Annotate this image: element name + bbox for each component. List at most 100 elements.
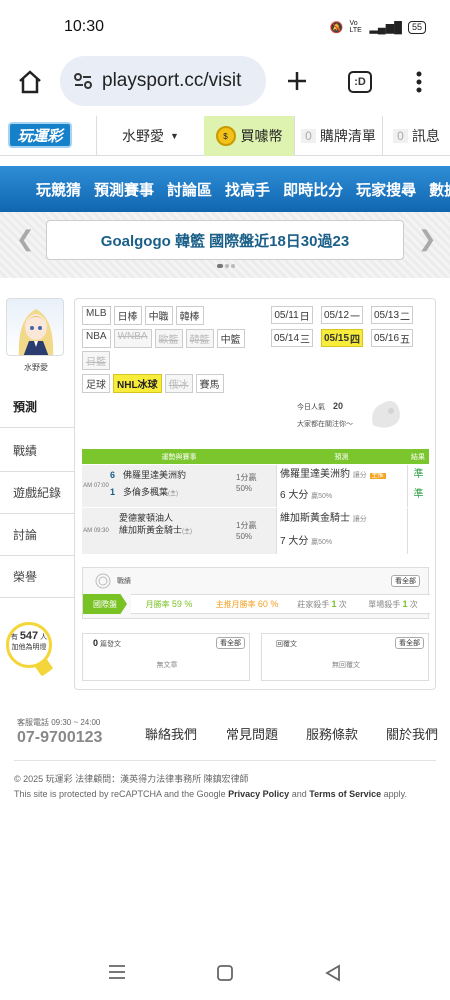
popularity-label: 今日人氣 (297, 404, 325, 411)
sidebar-item-discussion[interactable]: 討論 (0, 514, 74, 556)
league-tag[interactable]: 賽馬 (195, 374, 224, 393)
url-text: playsport.cc/visit (102, 70, 242, 91)
posts-view-all-button[interactable]: 看全部 (216, 637, 245, 649)
back-icon[interactable] (324, 964, 342, 982)
nav-item[interactable]: 預測賽事 (94, 179, 154, 200)
stats-view-all-button[interactable]: 看全部 (391, 575, 420, 587)
phone-number[interactable]: 07-9700123 (17, 729, 102, 747)
cart-link[interactable]: 0 購牌清單 (294, 116, 382, 156)
main-nav: 玩競猜 預測賽事 討論區 找高手 即時比分 玩家搜尋 數據 (0, 166, 450, 212)
bulb-unit: 人 (40, 634, 48, 641)
league-tag[interactable]: 日棒 (113, 306, 142, 325)
site-logo[interactable]: 玩運彩 (8, 122, 72, 148)
footer-link-contact[interactable]: 聯絡我們 (145, 724, 197, 743)
footer-link-terms[interactable]: 服務條款 (306, 724, 358, 743)
date-button[interactable]: 05/16 五 (371, 329, 413, 347)
coin-label: 買噱幣 (240, 128, 283, 144)
tab-switcher-button[interactable]: :D (348, 71, 372, 93)
result-cell: 準準 (407, 465, 429, 507)
nav-item[interactable]: 即時比分 (283, 179, 343, 200)
stat-item: 主推月勝率 60 % (215, 598, 279, 609)
footer-link-about[interactable]: 關於我們 (386, 724, 438, 743)
league-tag[interactable]: MLB (82, 306, 111, 325)
caret-down-icon: ▼ (170, 131, 179, 141)
league-row: 足球 NHL冰球 俄冰 賽馬 (82, 374, 224, 393)
nav-item[interactable]: 玩家搜尋 (356, 179, 416, 200)
replies-header: 回覆文 (276, 641, 297, 648)
site-header: 玩運彩 水野愛 ▼ $ 買噱幣 0 購牌清單 0 訊息 (0, 116, 450, 156)
terms-link[interactable]: Terms of Service (309, 789, 381, 799)
footer-divider (14, 760, 436, 761)
privacy-link[interactable]: Privacy Policy (228, 789, 289, 799)
replies-box: 回覆文 看全部 無回覆文 (261, 633, 429, 681)
ticker-text: Goalgogo 韓籃 國際盤近18日30過23 (100, 232, 350, 250)
league-row: MLB 日棒 中職 韓棒 (82, 306, 204, 325)
avatar (6, 298, 64, 356)
status-bar: 10:30 🔕 Vo LTE ▂▄▆█ 55 (0, 0, 450, 46)
next-arrow-icon[interactable]: ❯ (418, 226, 436, 252)
league-tag[interactable]: 中職 (144, 306, 173, 325)
league-tag: 歐籃 (154, 329, 183, 348)
table-row: AM 09:30 愛德蒙頓油人 維加斯黃金騎士(主) 1分贏 50% 維加斯黃金騎… (82, 507, 429, 554)
more-menu-icon[interactable] (415, 70, 423, 94)
home-icon[interactable] (17, 70, 43, 94)
follow-bulb-button[interactable]: 有 547 人 加他為明燈 (6, 622, 52, 668)
user-dropdown[interactable]: 水野愛 ▼ (96, 116, 204, 156)
home-nav-icon[interactable] (216, 964, 234, 982)
posts-box: 0 篇發文 看全部 無文章 (82, 633, 250, 681)
game-teams: 愛德蒙頓油人 維加斯黃金騎士(主) (119, 513, 193, 535)
league-tag: 韓籃 (185, 329, 214, 348)
replies-empty: 無回覆文 (332, 662, 360, 669)
prediction-cell: 佛羅里達美洲豹 讓分 主推 6 大分 贏50% (276, 465, 407, 507)
nav-item[interactable]: 數據 (429, 179, 450, 200)
recents-icon[interactable] (108, 964, 126, 980)
sidebar-username: 水野愛 (24, 363, 48, 372)
follower-count: 547 (19, 630, 39, 642)
handicap: 1分贏 50% (236, 521, 257, 541)
ticker-box[interactable]: Goalgogo 韓籃 國際盤近18日30過23 (46, 220, 404, 260)
site-settings-icon[interactable] (74, 73, 92, 89)
date-button[interactable]: 05/12 一 (321, 306, 363, 324)
league-row: 日籃 (82, 351, 110, 370)
site-footer: 客服電話 09:30 ~ 24:00 07-9700123 聯絡我們 常見問題 … (0, 700, 450, 860)
stat-item: 單場殺手 1 次 (368, 598, 418, 609)
league-tag: 俄冰 (164, 374, 193, 393)
date-button[interactable]: 05/13 二 (371, 306, 413, 324)
table-header: 運勢與賽事 預測 結果 (82, 449, 429, 464)
league-tag[interactable]: 足球 (82, 374, 110, 393)
replies-view-all-button[interactable]: 看全部 (395, 637, 424, 649)
nav-item[interactable]: 找高手 (225, 179, 270, 200)
footer-link-faq[interactable]: 常見問題 (226, 724, 278, 743)
league-tag[interactable]: 中籃 (216, 329, 245, 348)
messages-link[interactable]: 0 訊息 (382, 116, 450, 156)
league-tag: 日籃 (82, 351, 110, 370)
sidebar-item-honor[interactable]: 榮譽 (0, 556, 74, 598)
new-tab-icon[interactable] (286, 70, 308, 92)
bulb-prefix: 有 (10, 634, 18, 641)
coin-button[interactable]: $ 買噱幣 (204, 116, 294, 156)
mute-icon: 🔕 (329, 21, 344, 34)
result-cell (407, 508, 429, 554)
posts-empty: 無文章 (156, 662, 178, 669)
message-count: 0 (393, 129, 408, 143)
league-tag[interactable]: NBA (82, 329, 111, 348)
sidebar-item-predict[interactable]: 預測 (0, 386, 74, 428)
status-icons: 🔕 Vo LTE ▂▄▆█ 55 (330, 20, 426, 34)
recaptcha-notice: This site is protected by reCAPTCHA and … (14, 789, 407, 799)
stat-item: 月勝率 59 % (145, 598, 193, 609)
prev-arrow-icon[interactable]: ❮ (16, 226, 34, 252)
stats-tab-intl[interactable]: 國際盤 (83, 594, 127, 614)
stats-panel: 戰績 看全部 國際盤 月勝率 59 % 主推月勝率 60 % 莊家殺手 1 次 … (82, 567, 430, 619)
carousel-dots (217, 264, 235, 268)
nav-item[interactable]: 玩競猜 (36, 179, 81, 200)
stats-values: 月勝率 59 % 主推月勝率 60 % 莊家殺手 1 次 單場殺手 1 次 (131, 594, 430, 614)
address-bar[interactable]: playsport.cc/visit (60, 56, 266, 106)
league-tag[interactable]: 韓棒 (175, 306, 204, 325)
league-tag-selected[interactable]: NHL冰球 (113, 374, 162, 393)
nav-item[interactable]: 討論區 (167, 179, 212, 200)
date-button-selected[interactable]: 05/15 四 (321, 329, 363, 347)
sidebar-item-record[interactable]: 戰績 (0, 430, 74, 472)
sidebar-item-game-history[interactable]: 遊戲紀錄 (0, 472, 74, 514)
date-button[interactable]: 05/14 三 (271, 329, 313, 347)
date-button[interactable]: 05/11 日 (271, 306, 313, 324)
